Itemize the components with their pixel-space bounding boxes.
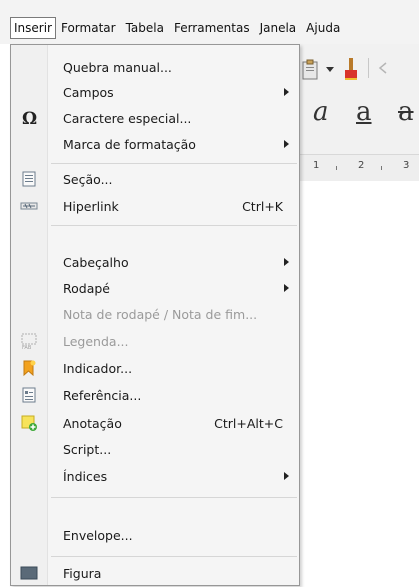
comment-icon [21,415,37,431]
menubar: Inserir Formatar Tabela Ferramentas Jane… [0,0,419,44]
menu-item-script[interactable]: Script... [11,437,299,463]
submenu-arrow-icon [284,472,289,480]
submenu-arrow-icon [284,284,289,292]
menu-item-label: Índices [63,469,108,484]
menu-item-quebra-manual[interactable]: Quebra manual... [11,55,299,81]
menu-separator [51,556,297,557]
ruler-number: 3 [403,160,410,171]
menu-item-label: Legenda... [63,334,129,349]
menu-ajuda-label: Ajuda [306,21,341,35]
insert-menu: Quebra manual... Campos Ω Caractere espe… [10,44,300,586]
picture-icon [20,566,38,580]
menu-tabela[interactable]: Tabela [121,18,169,38]
menu-janela-label: Janela [259,21,297,35]
ruler-tick [336,166,337,170]
menu-item-rodape[interactable]: Rodapé [11,276,299,302]
menu-item-label: Seção... [63,172,113,187]
menu-separator [51,497,297,498]
menu-ferramentas-label: Ferramentas [173,21,250,35]
svg-text:FAB: FAB [22,345,32,350]
menu-item-secao[interactable]: Seção... [11,167,299,193]
menu-separator [51,225,297,226]
menu-item-label: Cabeçalho [63,255,129,270]
menu-item-envelope[interactable]: Envelope... [11,523,299,549]
underline-char[interactable]: a [356,97,372,127]
menu-item-nota-rodape[interactable]: Nota de rodapé / Nota de fim... [11,302,299,328]
menu-item-hiperlink[interactable]: Hiperlink Ctrl+K [11,194,299,220]
ruler-number: 1 [313,160,320,171]
ruler-tick [381,166,382,170]
menu-item-label: Figura [63,566,102,581]
paste-icon[interactable] [300,58,322,82]
menu-item-label: Caractere especial... [63,111,192,126]
menu-janela[interactable]: Janela [255,18,302,38]
document-area[interactable] [296,181,419,572]
dropdown-arrow-icon[interactable] [326,67,334,73]
menu-item-label: Nota de rodapé / Nota de fim... [63,307,258,322]
menu-item-label: Envelope... [63,528,133,543]
menu-item-anotacao[interactable]: Anotação Ctrl+Alt+C [11,411,299,437]
menu-item-label: Referência... [63,388,142,403]
menu-item-label: Quebra manual... [63,60,172,75]
ruler-number: 2 [358,160,365,171]
menu-item-label: Marca de formatação [63,137,196,152]
menu-inserir[interactable]: Inserir [10,17,56,39]
menu-item-referencia[interactable]: Referência... [11,383,299,409]
italic-char[interactable]: a [313,97,329,127]
menu-separator [51,163,297,164]
menu-item-shortcut: Ctrl+Alt+C [214,416,283,431]
menu-item-indices[interactable]: Índices [11,464,299,490]
menu-formatar-label: Formatar [60,21,116,35]
menu-item-indicador[interactable]: Indicador... [11,356,299,382]
caption-icon: FAB [21,333,37,350]
menu-item-campos[interactable]: Campos [11,80,299,106]
menu-item-label: Anotação [63,416,122,431]
menu-item-figura[interactable]: Figura [11,561,299,587]
clone-formatting-icon[interactable] [341,56,363,82]
submenu-arrow-icon [284,140,289,148]
undo-icon[interactable] [376,60,392,76]
menu-item-label: Indicador... [63,361,133,376]
menu-tabela-label: Tabela [125,21,164,35]
menu-ajuda[interactable]: Ajuda [301,18,345,38]
menu-item-label: Campos [63,85,114,100]
menu-ferramentas[interactable]: Ferramentas [169,18,255,38]
menu-item-label: Script... [63,442,112,457]
menubar-row: Inserir Formatar Tabela Ferramentas Jane… [10,17,345,39]
menu-item-caractere-especial[interactable]: Ω Caractere especial... [11,106,299,132]
submenu-arrow-icon [284,88,289,96]
menu-item-legenda[interactable]: FAB Legenda... [11,329,299,355]
menu-item-marca-formatacao[interactable]: Marca de formatação [11,132,299,158]
bookmark-icon [23,360,36,377]
menu-item-label: Hiperlink [63,199,119,214]
hyperlink-icon [20,202,38,210]
menu-formatar[interactable]: Formatar [56,18,121,38]
menu-item-cabecalho[interactable]: Cabeçalho [11,250,299,276]
menu-item-shortcut: Ctrl+K [242,199,283,214]
svg-text:Ω: Ω [22,109,37,127]
omega-icon: Ω [22,109,37,127]
section-icon [22,171,36,187]
reference-icon [22,387,36,403]
strike-char[interactable]: a [398,97,414,127]
submenu-arrow-icon [284,258,289,266]
menu-inserir-label: Inserir [14,21,52,35]
menu-item-label: Rodapé [63,281,110,296]
